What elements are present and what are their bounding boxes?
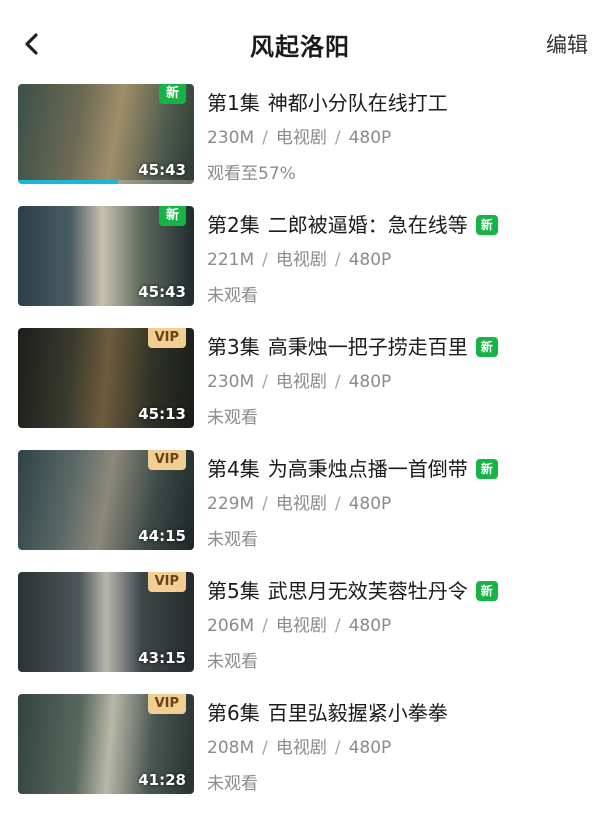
watch-status: 未观看: [207, 774, 258, 794]
edit-button[interactable]: 编辑: [546, 29, 588, 59]
file-size: 229M: [207, 494, 255, 514]
episode-name: 为高秉烛点播一首倒带: [267, 457, 468, 481]
episode-item[interactable]: VIP 41:28 第6集 百里弘毅握紧小拳拳 208M / 电视剧/480P 未观看: [0, 694, 600, 816]
episode-item[interactable]: 新 45:43 第1集 神都小分队在线打工 230M / 电视剧/480P 观看至57…: [0, 84, 600, 206]
new-tag: 新: [475, 459, 498, 479]
watch-status: 未观看: [207, 408, 258, 428]
episode-item[interactable]: VIP 44:15 第4集 为高秉烛点播一首倒带新 229M / 电视剧/480P 未…: [0, 450, 600, 572]
episode-number: 第1集: [207, 91, 260, 115]
episode-duration: 45:43: [138, 283, 186, 301]
category: 电视剧: [275, 738, 327, 758]
episode-meta: 229M / 电视剧/480P: [207, 494, 392, 514]
episode-title: 第2集 二郎被逼婚：急在线等新: [207, 209, 498, 238]
file-size: 230M: [207, 372, 255, 392]
episode-title: 第1集 神都小分队在线打工: [207, 87, 448, 116]
episode-duration: 45:43: [138, 161, 186, 179]
episode-title: 第6集 百里弘毅握紧小拳拳: [207, 697, 448, 726]
watch-progress-fill: [18, 180, 119, 184]
episode-meta: 221M / 电视剧/480P: [207, 250, 392, 270]
episode-duration: 41:28: [138, 771, 186, 789]
episode-name: 百里弘毅握紧小拳拳: [267, 701, 448, 725]
episode-duration: 45:13: [138, 405, 186, 423]
episode-meta: 208M / 电视剧/480P: [207, 738, 392, 758]
new-badge: 新: [158, 206, 186, 226]
episode-list: 新 45:43 第1集 神都小分队在线打工 230M / 电视剧/480P 观看至57…: [0, 84, 600, 816]
episode-duration: 43:15: [138, 649, 186, 667]
file-size: 230M: [207, 128, 255, 148]
episode-number: 第6集: [207, 701, 260, 725]
watch-status: 未观看: [207, 286, 258, 306]
file-size: 221M: [207, 250, 255, 270]
new-tag: 新: [475, 337, 498, 357]
category: 电视剧: [275, 128, 327, 148]
episode-meta: 230M / 电视剧/480P: [207, 372, 392, 392]
vip-badge: VIP: [147, 328, 186, 348]
episode-name: 高秉烛一把子捞走百里: [267, 335, 468, 359]
episode-meta: 206M / 电视剧/480P: [207, 616, 392, 636]
episode-meta: 230M / 电视剧/480P: [207, 128, 392, 148]
file-size: 208M: [207, 738, 255, 758]
category: 电视剧: [275, 250, 327, 270]
episode-duration: 44:15: [138, 527, 186, 545]
video-quality: 480P: [348, 128, 392, 148]
video-quality: 480P: [348, 616, 392, 636]
episode-number: 第3集: [207, 335, 260, 359]
page-title: 风起洛阳: [250, 33, 350, 61]
watch-progress-bar: [18, 180, 194, 184]
watch-status: 观看至57%: [207, 164, 296, 184]
video-quality: 480P: [348, 738, 392, 758]
episode-item[interactable]: VIP 43:15 第5集 武思月无效芙蓉牡丹令新 206M / 电视剧/480P 未…: [0, 572, 600, 694]
episode-thumbnail[interactable]: VIP 44:15: [18, 450, 194, 550]
episode-item[interactable]: VIP 45:13 第3集 高秉烛一把子捞走百里新 230M / 电视剧/480P 未…: [0, 328, 600, 450]
vip-badge: VIP: [147, 572, 186, 592]
episode-number: 第5集: [207, 579, 260, 603]
file-size: 206M: [207, 616, 255, 636]
watch-status: 未观看: [207, 652, 258, 672]
episode-thumbnail[interactable]: VIP 41:28: [18, 694, 194, 794]
episode-thumbnail[interactable]: VIP 43:15: [18, 572, 194, 672]
episode-name: 武思月无效芙蓉牡丹令: [267, 579, 468, 603]
episode-name: 二郎被逼婚：急在线等: [267, 213, 468, 237]
episode-thumbnail[interactable]: 新 45:43: [18, 84, 194, 184]
episode-name: 神都小分队在线打工: [267, 91, 448, 115]
new-tag: 新: [475, 581, 498, 601]
episode-title: 第4集 为高秉烛点播一首倒带新: [207, 453, 498, 482]
category: 电视剧: [275, 616, 327, 636]
watch-status: 未观看: [207, 530, 258, 550]
video-quality: 480P: [348, 494, 392, 514]
video-quality: 480P: [348, 250, 392, 270]
category: 电视剧: [275, 372, 327, 392]
new-badge: 新: [158, 84, 186, 104]
new-tag: 新: [475, 215, 498, 235]
episode-thumbnail[interactable]: 新 45:43: [18, 206, 194, 306]
episode-title: 第5集 武思月无效芙蓉牡丹令新: [207, 575, 498, 604]
header-bar: 风起洛阳 编辑: [0, 0, 600, 84]
episode-thumbnail[interactable]: VIP 45:13: [18, 328, 194, 428]
category: 电视剧: [275, 494, 327, 514]
episode-item[interactable]: 新 45:43 第2集 二郎被逼婚：急在线等新 221M / 电视剧/480P 未观看: [0, 206, 600, 328]
episode-title: 第3集 高秉烛一把子捞走百里新: [207, 331, 498, 360]
episode-number: 第2集: [207, 213, 260, 237]
video-quality: 480P: [348, 372, 392, 392]
episode-number: 第4集: [207, 457, 260, 481]
vip-badge: VIP: [147, 694, 186, 714]
vip-badge: VIP: [147, 450, 186, 470]
